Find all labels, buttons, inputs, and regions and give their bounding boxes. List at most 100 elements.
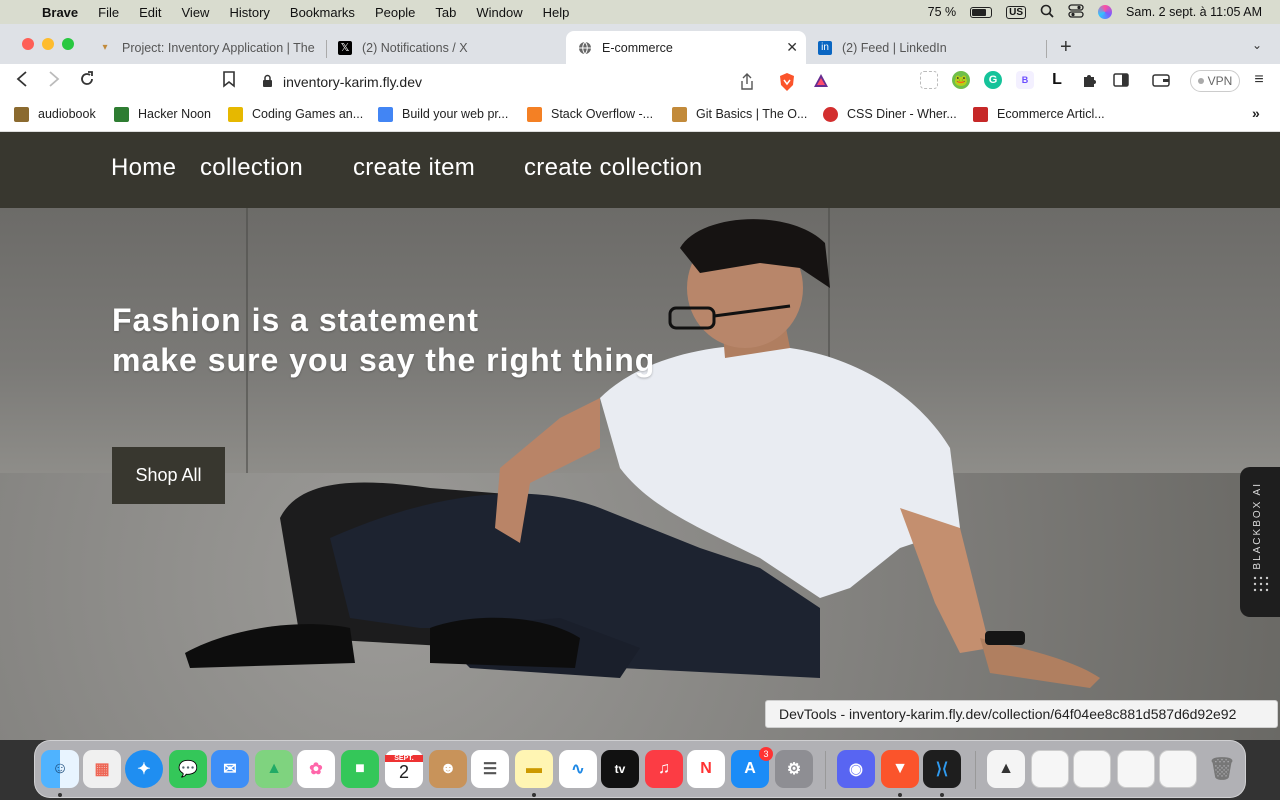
menu-help[interactable]: Help — [533, 5, 580, 20]
discord-icon[interactable]: ◉ — [837, 750, 875, 788]
system-settings-icon[interactable]: ⚙ — [775, 750, 813, 788]
nav-home-link[interactable]: Home — [111, 154, 176, 182]
app-menu[interactable]: Brave — [28, 5, 88, 20]
codingame-icon — [228, 106, 243, 122]
close-tab-icon[interactable]: ✕ — [786, 39, 798, 56]
facetime-icon[interactable]: ■ — [341, 750, 379, 788]
menu-hamburger-icon[interactable]: ≡ — [1250, 71, 1268, 89]
preview-window-icon[interactable]: ▲ — [987, 750, 1025, 788]
news-icon[interactable]: N — [687, 750, 725, 788]
tab-e-commerce[interactable]: E-commerce ✕ — [566, 31, 806, 64]
keyboard-layout-indicator[interactable]: US — [1006, 5, 1027, 19]
menu-file[interactable]: File — [88, 5, 129, 20]
battery-percent: 75 % — [927, 5, 957, 19]
sidebar-toggle-icon[interactable] — [1112, 71, 1130, 89]
bookmark-icon[interactable] — [222, 70, 236, 93]
tab-title: (2) Notifications / X — [362, 40, 468, 55]
lock-icon[interactable] — [262, 74, 273, 91]
menu-history[interactable]: History — [219, 5, 279, 20]
more-bookmarks-chevron-icon[interactable]: » — [1252, 105, 1260, 121]
brave-shields-icon[interactable] — [778, 72, 796, 95]
extension-l-icon[interactable]: L — [1048, 71, 1066, 89]
bookmark-label: Hacker Noon — [138, 107, 211, 121]
apple-tv-icon[interactable]: tv — [601, 750, 639, 788]
forward-button[interactable] — [46, 70, 62, 93]
extension-dotted-icon[interactable] — [920, 71, 938, 89]
menu-people[interactable]: People — [365, 5, 425, 20]
hacker-noon-icon — [114, 106, 129, 122]
maps-icon[interactable]: ▲ — [255, 750, 293, 788]
grammarly-icon[interactable]: G — [984, 71, 1002, 89]
contacts-icon[interactable]: ☻ — [429, 750, 467, 788]
spotlight-search-icon[interactable] — [1040, 4, 1054, 21]
extensions-puzzle-icon[interactable] — [1080, 71, 1098, 89]
wallet-icon[interactable] — [1152, 71, 1170, 89]
bookmark-css-diner[interactable]: CSS Diner - Wher... — [823, 105, 957, 123]
macos-menubar: Brave File Edit View History Bookmarks P… — [0, 0, 1280, 24]
menu-bookmarks[interactable]: Bookmarks — [280, 5, 365, 20]
bookmark-coding-games[interactable]: Coding Games an... — [228, 105, 363, 123]
zoom-window-button[interactable] — [62, 38, 74, 50]
bookmark-stack-overflow[interactable]: Stack Overflow -... — [527, 105, 653, 123]
calendar-icon[interactable]: SEPT. 2 — [385, 750, 423, 788]
reload-button[interactable] — [78, 70, 96, 93]
extension-frog-icon[interactable]: 🐸 — [952, 71, 970, 89]
shop-all-button[interactable]: Shop All — [112, 447, 225, 504]
share-icon[interactable] — [740, 73, 754, 93]
extension-b-icon[interactable]: B — [1016, 71, 1034, 89]
battery-icon[interactable] — [970, 6, 993, 18]
trash-icon[interactable]: 🗑 — [1203, 750, 1241, 788]
bookmark-build-web[interactable]: Build your web pr... — [378, 105, 508, 123]
control-center-icon[interactable] — [1068, 3, 1084, 21]
brave-icon[interactable]: ▼ — [881, 750, 919, 788]
bookmark-label: Git Basics | The O... — [696, 107, 808, 121]
bookmark-ecommerce-article[interactable]: Ecommerce Articl... — [973, 105, 1105, 123]
bookmark-audiobook[interactable]: audiobook — [14, 105, 96, 123]
back-button[interactable] — [14, 70, 30, 93]
new-tab-button[interactable]: + — [1060, 36, 1072, 59]
freeform-icon[interactable]: ∿ — [559, 750, 597, 788]
tab-linkedin[interactable]: in (2) Feed | LinkedIn — [806, 31, 1046, 64]
minimize-window-button[interactable] — [42, 38, 54, 50]
music-icon[interactable]: ♫ — [645, 750, 683, 788]
menu-edit[interactable]: Edit — [129, 5, 171, 20]
messages-icon[interactable]: 💬 — [169, 750, 207, 788]
blackbox-ai-widget[interactable]: BLACKBOX AI — [1240, 467, 1280, 617]
hero-headline: Fashion is a statement make sure you say… — [112, 300, 655, 380]
tab-title: Project: Inventory Application | The — [122, 40, 315, 55]
minimized-window-1-icon[interactable] — [1031, 750, 1069, 788]
hero-line-2: make sure you say the right thing — [112, 342, 656, 378]
photos-icon[interactable]: ✿ — [297, 750, 335, 788]
tab-search-chevron-icon[interactable]: ⌄ — [1252, 38, 1262, 52]
tab-odin-project[interactable]: ▾ Project: Inventory Application | The — [86, 31, 326, 64]
minimized-window-4-icon[interactable] — [1159, 750, 1197, 788]
reminders-icon[interactable]: ☰ — [471, 750, 509, 788]
nav-create-item-link[interactable]: create item — [353, 154, 475, 182]
vpn-button[interactable]: VPN — [1190, 70, 1240, 92]
notes-icon[interactable]: ▬ — [515, 750, 553, 788]
nn-icon — [973, 106, 988, 122]
bookmarks-bar: audiobook Hacker Noon Coding Games an...… — [0, 98, 1280, 132]
finder-icon[interactable]: ☺ — [41, 750, 79, 788]
menu-tab[interactable]: Tab — [425, 5, 466, 20]
siri-icon[interactable] — [1098, 5, 1113, 19]
safari-icon[interactable]: ✦ — [125, 750, 163, 788]
vscode-icon[interactable]: ⟩⟨ — [923, 750, 961, 788]
menu-view[interactable]: View — [172, 5, 220, 20]
close-window-button[interactable] — [22, 38, 34, 50]
nav-collection-link[interactable]: collection — [200, 154, 303, 182]
menu-window[interactable]: Window — [466, 5, 532, 20]
url-text[interactable]: inventory-karim.fly.dev — [283, 74, 422, 90]
tab-x-notifications[interactable]: 𝕏 (2) Notifications / X — [326, 31, 566, 64]
bookmark-git-basics[interactable]: Git Basics | The O... — [672, 105, 807, 123]
launchpad-icon[interactable]: ▦ — [83, 750, 121, 788]
menubar-datetime[interactable]: Sam. 2 sept. à 11:05 AM — [1126, 5, 1262, 19]
minimized-window-2-icon[interactable] — [1073, 750, 1111, 788]
address-bar[interactable]: inventory-karim.fly.dev — [250, 68, 840, 96]
brave-rewards-icon[interactable] — [812, 72, 830, 93]
nav-create-collection-link[interactable]: create collection — [524, 154, 703, 182]
odin-icon: ▾ — [102, 42, 108, 53]
bookmark-hacker-noon[interactable]: Hacker Noon — [114, 105, 211, 123]
minimized-window-3-icon[interactable] — [1117, 750, 1155, 788]
mail-icon[interactable]: ✉ — [211, 750, 249, 788]
